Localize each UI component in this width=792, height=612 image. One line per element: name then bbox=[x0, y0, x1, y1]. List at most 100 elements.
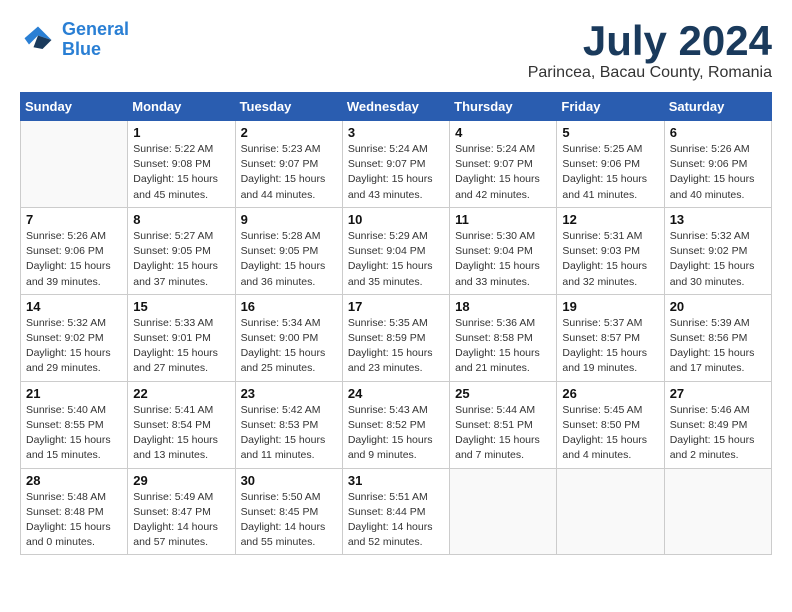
day-number: 23 bbox=[241, 386, 337, 401]
logo-icon bbox=[20, 22, 56, 58]
calendar-week-4: 21Sunrise: 5:40 AMSunset: 8:55 PMDayligh… bbox=[21, 381, 772, 468]
day-info: Sunrise: 5:39 AMSunset: 8:56 PMDaylight:… bbox=[670, 316, 766, 377]
calendar-cell: 15 Sunrise: 5:33 AMSunset: 9:01 PMDayligh… bbox=[128, 294, 235, 381]
calendar-cell: 24 Sunrise: 5:43 AMSunset: 8:52 PMDayligh… bbox=[342, 381, 449, 468]
day-number: 30 bbox=[241, 473, 337, 488]
logo: General Blue bbox=[20, 20, 129, 60]
day-info: Sunrise: 5:42 AMSunset: 8:53 PMDaylight:… bbox=[241, 403, 337, 464]
logo-text: General Blue bbox=[62, 20, 129, 60]
day-info: Sunrise: 5:43 AMSunset: 8:52 PMDaylight:… bbox=[348, 403, 444, 464]
day-info: Sunrise: 5:33 AMSunset: 9:01 PMDaylight:… bbox=[133, 316, 229, 377]
weekday-header-wednesday: Wednesday bbox=[342, 93, 449, 121]
day-info: Sunrise: 5:29 AMSunset: 9:04 PMDaylight:… bbox=[348, 229, 444, 290]
calendar-cell bbox=[664, 468, 771, 555]
day-number: 3 bbox=[348, 125, 444, 140]
day-info: Sunrise: 5:49 AMSunset: 8:47 PMDaylight:… bbox=[133, 490, 229, 551]
calendar-cell bbox=[21, 121, 128, 208]
day-info: Sunrise: 5:35 AMSunset: 8:59 PMDaylight:… bbox=[348, 316, 444, 377]
calendar-cell: 19Sunrise: 5:37 AMSunset: 8:57 PMDayligh… bbox=[557, 294, 664, 381]
calendar-cell: 16Sunrise: 5:34 AMSunset: 9:00 PMDayligh… bbox=[235, 294, 342, 381]
calendar-week-1: 1 Sunrise: 5:22 AMSunset: 9:08 PMDaylight… bbox=[21, 121, 772, 208]
day-number: 18 bbox=[455, 299, 551, 314]
day-info: Sunrise: 5:32 AMSunset: 9:02 PMDaylight:… bbox=[26, 316, 122, 377]
day-info: Sunrise: 5:46 AMSunset: 8:49 PMDaylight:… bbox=[670, 403, 766, 464]
calendar-week-2: 7Sunrise: 5:26 AMSunset: 9:06 PMDaylight… bbox=[21, 207, 772, 294]
weekday-header-monday: Monday bbox=[128, 93, 235, 121]
day-info: Sunrise: 5:26 AMSunset: 9:06 PMDaylight:… bbox=[670, 142, 766, 203]
day-number: 31 bbox=[348, 473, 444, 488]
day-number: 4 bbox=[455, 125, 551, 140]
day-info: Sunrise: 5:24 AMSunset: 9:07 PMDaylight:… bbox=[455, 142, 551, 203]
calendar-cell: 2 Sunrise: 5:23 AMSunset: 9:07 PMDaylight… bbox=[235, 121, 342, 208]
day-number: 17 bbox=[348, 299, 444, 314]
weekday-header-sunday: Sunday bbox=[21, 93, 128, 121]
calendar-cell: 18 Sunrise: 5:36 AMSunset: 8:58 PMDayligh… bbox=[450, 294, 557, 381]
calendar-cell: 28Sunrise: 5:48 AMSunset: 8:48 PMDayligh… bbox=[21, 468, 128, 555]
day-number: 7 bbox=[26, 212, 122, 227]
day-number: 24 bbox=[348, 386, 444, 401]
calendar-cell: 29 Sunrise: 5:49 AMSunset: 8:47 PMDayligh… bbox=[128, 468, 235, 555]
calendar-cell: 31 Sunrise: 5:51 AMSunset: 8:44 PMDayligh… bbox=[342, 468, 449, 555]
day-info: Sunrise: 5:23 AMSunset: 9:07 PMDaylight:… bbox=[241, 142, 337, 203]
calendar-cell: 30Sunrise: 5:50 AMSunset: 8:45 PMDayligh… bbox=[235, 468, 342, 555]
day-number: 5 bbox=[562, 125, 658, 140]
calendar-cell: 13 Sunrise: 5:32 AMSunset: 9:02 PMDayligh… bbox=[664, 207, 771, 294]
title-block: July 2024 Parincea, Bacau County, Romani… bbox=[528, 20, 772, 82]
day-number: 29 bbox=[133, 473, 229, 488]
day-number: 2 bbox=[241, 125, 337, 140]
day-number: 10 bbox=[348, 212, 444, 227]
calendar-cell bbox=[450, 468, 557, 555]
weekday-header-saturday: Saturday bbox=[664, 93, 771, 121]
day-info: Sunrise: 5:41 AMSunset: 8:54 PMDaylight:… bbox=[133, 403, 229, 464]
location-subtitle: Parincea, Bacau County, Romania bbox=[528, 64, 772, 82]
weekday-header-tuesday: Tuesday bbox=[235, 93, 342, 121]
calendar-cell: 21Sunrise: 5:40 AMSunset: 8:55 PMDayligh… bbox=[21, 381, 128, 468]
calendar-cell: 9 Sunrise: 5:28 AMSunset: 9:05 PMDaylight… bbox=[235, 207, 342, 294]
day-number: 15 bbox=[133, 299, 229, 314]
day-info: Sunrise: 5:27 AMSunset: 9:05 PMDaylight:… bbox=[133, 229, 229, 290]
calendar-week-5: 28Sunrise: 5:48 AMSunset: 8:48 PMDayligh… bbox=[21, 468, 772, 555]
month-title: July 2024 bbox=[528, 20, 772, 62]
day-number: 25 bbox=[455, 386, 551, 401]
calendar-cell: 17 Sunrise: 5:35 AMSunset: 8:59 PMDayligh… bbox=[342, 294, 449, 381]
day-number: 13 bbox=[670, 212, 766, 227]
day-number: 20 bbox=[670, 299, 766, 314]
calendar-table: SundayMondayTuesdayWednesdayThursdayFrid… bbox=[20, 92, 772, 555]
day-info: Sunrise: 5:45 AMSunset: 8:50 PMDaylight:… bbox=[562, 403, 658, 464]
day-number: 9 bbox=[241, 212, 337, 227]
day-info: Sunrise: 5:25 AMSunset: 9:06 PMDaylight:… bbox=[562, 142, 658, 203]
day-info: Sunrise: 5:36 AMSunset: 8:58 PMDaylight:… bbox=[455, 316, 551, 377]
day-number: 27 bbox=[670, 386, 766, 401]
day-info: Sunrise: 5:32 AMSunset: 9:02 PMDaylight:… bbox=[670, 229, 766, 290]
calendar-cell: 6 Sunrise: 5:26 AMSunset: 9:06 PMDaylight… bbox=[664, 121, 771, 208]
day-number: 8 bbox=[133, 212, 229, 227]
weekday-header-row: SundayMondayTuesdayWednesdayThursdayFrid… bbox=[21, 93, 772, 121]
calendar-week-3: 14Sunrise: 5:32 AMSunset: 9:02 PMDayligh… bbox=[21, 294, 772, 381]
weekday-header-thursday: Thursday bbox=[450, 93, 557, 121]
calendar-cell: 7Sunrise: 5:26 AMSunset: 9:06 PMDaylight… bbox=[21, 207, 128, 294]
calendar-cell: 26Sunrise: 5:45 AMSunset: 8:50 PMDayligh… bbox=[557, 381, 664, 468]
weekday-header-friday: Friday bbox=[557, 93, 664, 121]
page-header: General Blue July 2024 Parincea, Bacau C… bbox=[20, 20, 772, 82]
calendar-cell: 10 Sunrise: 5:29 AMSunset: 9:04 PMDayligh… bbox=[342, 207, 449, 294]
day-info: Sunrise: 5:31 AMSunset: 9:03 PMDaylight:… bbox=[562, 229, 658, 290]
calendar-cell: 4 Sunrise: 5:24 AMSunset: 9:07 PMDaylight… bbox=[450, 121, 557, 208]
day-info: Sunrise: 5:30 AMSunset: 9:04 PMDaylight:… bbox=[455, 229, 551, 290]
calendar-cell: 1 Sunrise: 5:22 AMSunset: 9:08 PMDaylight… bbox=[128, 121, 235, 208]
day-info: Sunrise: 5:37 AMSunset: 8:57 PMDaylight:… bbox=[562, 316, 658, 377]
calendar-cell: 20 Sunrise: 5:39 AMSunset: 8:56 PMDayligh… bbox=[664, 294, 771, 381]
day-info: Sunrise: 5:51 AMSunset: 8:44 PMDaylight:… bbox=[348, 490, 444, 551]
day-number: 12 bbox=[562, 212, 658, 227]
day-info: Sunrise: 5:28 AMSunset: 9:05 PMDaylight:… bbox=[241, 229, 337, 290]
day-info: Sunrise: 5:24 AMSunset: 9:07 PMDaylight:… bbox=[348, 142, 444, 203]
calendar-cell: 23 Sunrise: 5:42 AMSunset: 8:53 PMDayligh… bbox=[235, 381, 342, 468]
calendar-cell: 8 Sunrise: 5:27 AMSunset: 9:05 PMDaylight… bbox=[128, 207, 235, 294]
day-info: Sunrise: 5:44 AMSunset: 8:51 PMDaylight:… bbox=[455, 403, 551, 464]
day-number: 21 bbox=[26, 386, 122, 401]
calendar-cell: 12 Sunrise: 5:31 AMSunset: 9:03 PMDayligh… bbox=[557, 207, 664, 294]
calendar-cell: 3 Sunrise: 5:24 AMSunset: 9:07 PMDaylight… bbox=[342, 121, 449, 208]
calendar-cell: 22Sunrise: 5:41 AMSunset: 8:54 PMDayligh… bbox=[128, 381, 235, 468]
day-number: 6 bbox=[670, 125, 766, 140]
day-number: 1 bbox=[133, 125, 229, 140]
day-info: Sunrise: 5:22 AMSunset: 9:08 PMDaylight:… bbox=[133, 142, 229, 203]
